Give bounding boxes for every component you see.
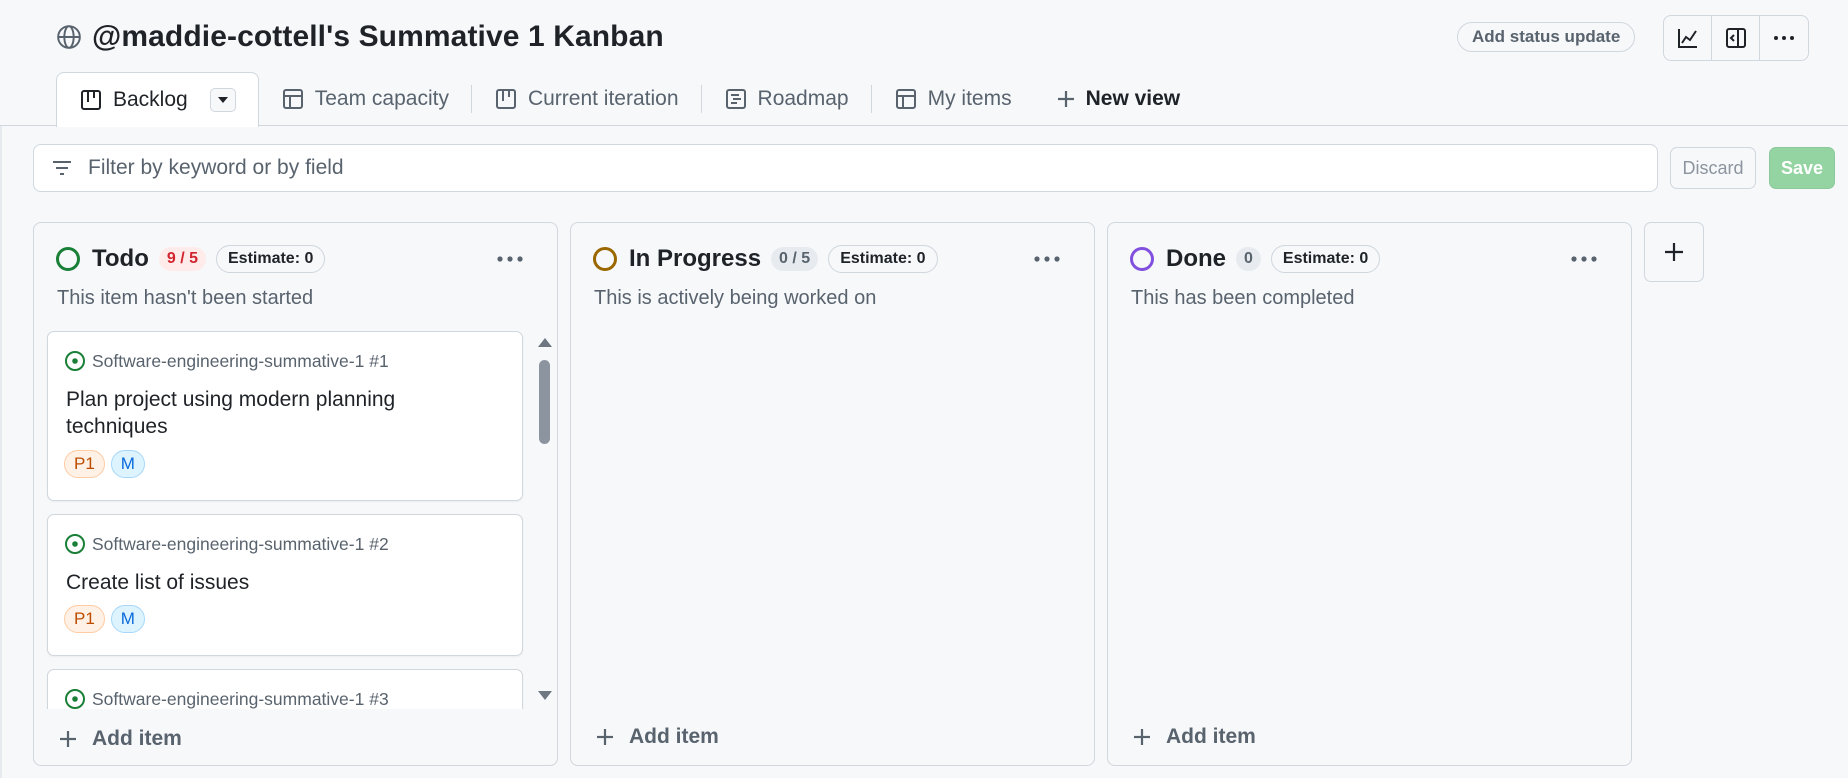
card-title[interactable]: Plan project using modern planning techn… — [66, 386, 466, 440]
issue-card[interactable]: Software-engineering-summative-1 #2 Crea… — [47, 514, 523, 656]
table-icon — [895, 89, 916, 109]
add-item-label: Add item — [92, 727, 182, 750]
column-header: Done 0 Estimate: 0 — [1130, 245, 1381, 273]
card-repo-label: Software-engineering-summative-1 #1 — [92, 350, 389, 371]
add-item-button[interactable]: Add item — [58, 727, 182, 751]
card-repo: Software-engineering-summative-1 #1 — [64, 350, 389, 372]
add-item-label: Add item — [629, 725, 719, 748]
view-tabs: Backlog Team capacity Current iteration … — [56, 72, 1203, 127]
tab-backlog[interactable]: Backlog — [56, 72, 259, 127]
column-title: Done — [1166, 245, 1226, 272]
priority-label[interactable]: P1 — [64, 450, 105, 478]
card-repo-label: Software-engineering-summative-1 #2 — [92, 533, 389, 554]
column-description: This item hasn't been started — [57, 287, 314, 309]
title-row: @maddie-cottell's Summative 1 Kanban — [56, 20, 664, 54]
size-label[interactable]: M — [110, 605, 145, 633]
triangle-down-icon — [217, 97, 228, 103]
more-options-icon[interactable] — [1760, 16, 1808, 60]
scroll-up-icon[interactable] — [538, 338, 552, 347]
column-header: In Progress 0 / 5 Estimate: 0 — [593, 245, 938, 273]
discard-button[interactable]: Discard — [1670, 147, 1756, 189]
scroll-thumb[interactable] — [539, 360, 550, 444]
plus-icon — [1057, 91, 1074, 107]
card-repo: Software-engineering-summative-1 #3 — [64, 688, 389, 709]
tab-label: New view — [1085, 87, 1181, 110]
item-count-badge: 0 — [1236, 247, 1261, 271]
card-repo-label: Software-engineering-summative-1 #3 — [92, 688, 389, 709]
left-edge — [0, 126, 2, 778]
column-description: This has been completed — [1131, 287, 1355, 309]
add-item-button[interactable]: Add item — [1132, 725, 1256, 749]
priority-label[interactable]: P1 — [64, 605, 105, 633]
column-menu-button[interactable] — [1567, 249, 1601, 269]
card-list-scrollbar[interactable] — [535, 330, 555, 708]
issue-open-icon — [65, 689, 85, 709]
add-status-update-button[interactable]: Add status update — [1457, 22, 1636, 52]
tab-label: Current iteration — [527, 87, 679, 110]
tab-current-iteration[interactable]: Current iteration — [472, 72, 701, 126]
plus-icon — [597, 729, 613, 745]
column-menu-button[interactable] — [493, 249, 527, 269]
plus-icon — [60, 731, 76, 747]
tab-label: My items — [927, 87, 1012, 110]
filter-input[interactable] — [88, 156, 1588, 180]
column-title: Todo — [92, 245, 149, 272]
tab-my-items[interactable]: My items — [872, 72, 1034, 126]
board-icon — [81, 90, 101, 110]
status-circle-icon — [56, 247, 80, 271]
estimate-badge: Estimate: 0 — [828, 245, 938, 273]
tab-label: Backlog — [113, 88, 188, 111]
issue-card[interactable]: Software-engineering-summative-1 #1 Plan… — [47, 331, 523, 501]
filter-bar — [33, 144, 1658, 192]
filter-icon — [53, 161, 71, 175]
add-item-button[interactable]: Add item — [595, 725, 719, 749]
item-count-badge: 0 / 5 — [771, 247, 819, 271]
card-labels: P1 M — [64, 450, 145, 478]
card-repo: Software-engineering-summative-1 #2 — [64, 533, 389, 555]
item-count-badge: 9 / 5 — [158, 247, 206, 271]
plus-icon — [1665, 243, 1683, 261]
tab-label: Roadmap — [757, 87, 849, 110]
insights-icon[interactable] — [1664, 16, 1712, 60]
card-labels: P1 M — [64, 605, 145, 633]
issue-card[interactable]: Software-engineering-summative-1 #3 — [47, 669, 523, 709]
tab-team-capacity[interactable]: Team capacity — [259, 72, 471, 126]
column-description: This is actively being worked on — [594, 287, 877, 309]
estimate-badge: Estimate: 0 — [216, 245, 326, 273]
kebab-horizontal-icon — [1034, 256, 1060, 262]
tab-roadmap[interactable]: Roadmap — [702, 72, 871, 126]
globe-icon — [57, 25, 81, 49]
project-header: @maddie-cottell's Summative 1 Kanban Add… — [0, 0, 1848, 127]
board-icon — [495, 89, 516, 109]
tab-label: Team capacity — [314, 87, 449, 110]
side-panel-icon[interactable] — [1712, 16, 1760, 60]
kebab-horizontal-icon — [497, 256, 523, 262]
scroll-down-icon[interactable] — [538, 691, 552, 700]
status-circle-icon — [593, 247, 617, 271]
new-view-button[interactable]: New view — [1034, 72, 1203, 126]
page-title: @maddie-cottell's Summative 1 Kanban — [92, 20, 664, 53]
kebab-horizontal-icon — [1571, 256, 1597, 262]
view-options-dropdown[interactable] — [209, 88, 236, 112]
add-column-button[interactable] — [1644, 222, 1704, 282]
card-title[interactable]: Create list of issues — [66, 569, 466, 596]
issue-open-icon — [65, 351, 85, 371]
table-icon — [282, 89, 303, 109]
column-todo: Todo 9 / 5 Estimate: 0 This item hasn't … — [33, 222, 558, 766]
size-label[interactable]: M — [110, 450, 145, 478]
issue-open-icon — [65, 534, 85, 554]
roadmap-icon — [725, 89, 746, 109]
column-menu-button[interactable] — [1030, 249, 1064, 269]
save-button[interactable]: Save — [1769, 147, 1835, 189]
column-in-progress: In Progress 0 / 5 Estimate: 0 This is ac… — [570, 222, 1095, 766]
add-item-label: Add item — [1166, 725, 1256, 748]
plus-icon — [1134, 729, 1150, 745]
status-circle-icon — [1130, 247, 1154, 271]
column-header: Todo 9 / 5 Estimate: 0 — [56, 245, 326, 273]
column-done: Done 0 Estimate: 0 This has been complet… — [1107, 222, 1632, 766]
card-list: Software-engineering-summative-1 #1 Plan… — [44, 331, 526, 709]
estimate-badge: Estimate: 0 — [1270, 245, 1381, 273]
column-title: In Progress — [629, 245, 762, 272]
toolbar-icon-group — [1663, 15, 1809, 61]
